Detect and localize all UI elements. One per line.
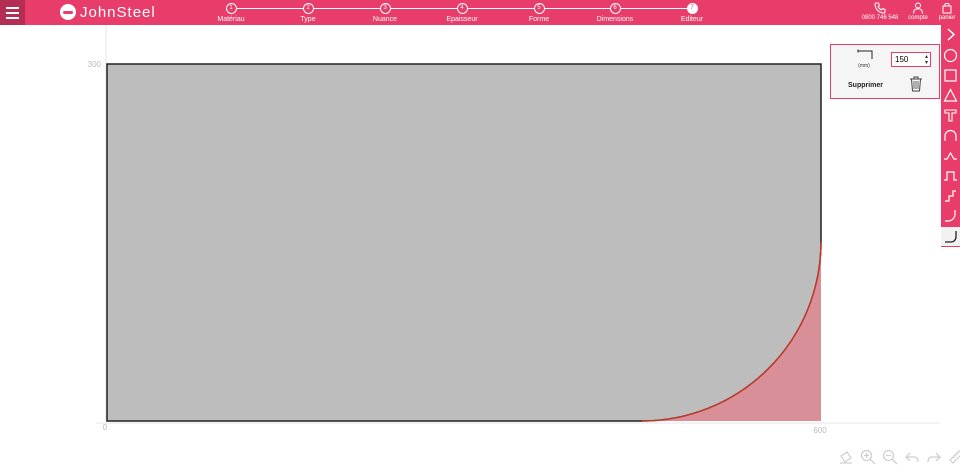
top-bar: JohnSteel 1 Matériau 2 Type 3 Nuance 4 Epais… [0,0,960,25]
editor-canvas[interactable]: 300 0 600 [0,25,941,467]
step-curve-icon [945,210,956,222]
axis-label-origin: 0 [103,423,108,432]
notch-icon [944,171,957,181]
square-icon [944,69,957,82]
user-icon [913,2,923,14]
trash-icon[interactable] [909,76,923,92]
step-label: Dimensions [596,16,634,23]
paint-bucket-icon [840,451,852,464]
step-dimensions[interactable]: 6 Dimensions [585,3,645,23]
radius-dimension-icon [857,49,873,59]
chevron-right-icon [947,28,956,41]
zoom-in-icon [860,449,876,465]
account-label: compte [908,15,928,21]
bottom-toolbar [838,449,960,465]
step-label: Editeur [680,16,704,23]
tool-circle[interactable] [941,46,960,65]
step-materiau[interactable]: 1 Matériau [201,3,261,23]
radius-value: 150 [895,55,909,64]
step-type[interactable]: 2 Type [278,3,338,23]
tool-collapse[interactable] [941,25,960,44]
tool-arc[interactable] [941,126,960,145]
cart-label: panier [938,15,956,21]
ruler-button[interactable] [948,449,960,465]
step-forme[interactable]: 5 Forme [509,3,569,23]
axis-label-x-right: 600 [813,426,827,435]
step-icon [945,190,956,202]
zoom-in-button[interactable] [860,449,878,465]
tool-step-curve[interactable] [941,206,960,225]
peak-icon [944,151,957,160]
step-epaisseur[interactable]: 4 Epaisseur [432,3,492,23]
tool-notch[interactable] [941,166,960,185]
step-label: Nuance [372,16,398,23]
tool-square[interactable] [941,66,960,85]
brand-logo[interactable]: JohnSteel [60,3,156,21]
step-number: 1 [225,3,237,14]
tool-rounded-corner[interactable] [941,227,960,246]
tool-peak[interactable] [941,146,960,165]
redo-button[interactable] [926,449,944,465]
mustache-logo-icon [60,4,76,20]
zoom-out-icon [882,449,898,465]
redo-icon [927,452,941,463]
step-nuance[interactable]: 3 Nuance [355,3,415,23]
t-profile-icon [944,109,957,122]
arc-icon [944,129,957,141]
undo-button[interactable] [904,449,922,465]
step-label: Forme [528,16,550,23]
unit-label: (mm) [858,63,870,69]
step-number: 5 [533,3,545,14]
radius-input[interactable]: 150 ▴ ▾ [891,52,931,67]
step-label: Matériau [217,16,245,23]
hamburger-line [6,12,19,14]
shopping-bag-icon [942,2,952,14]
triangle-icon [943,88,958,102]
ruler-icon [949,450,960,464]
step-number: 6 [609,3,621,14]
step-label: Type [300,16,316,23]
stepper-arrows-icon[interactable]: ▴ ▾ [925,54,928,66]
tool-step[interactable] [941,186,960,205]
paint-button[interactable] [838,449,856,465]
phone-icon [874,2,886,14]
step-number: 4 [456,3,468,14]
rounded-corner-icon [945,231,957,243]
step-label: Epaisseur [446,16,478,23]
hamburger-line [6,7,19,9]
circle-icon [943,48,958,63]
undo-icon [905,452,919,463]
step-editeur[interactable]: 7 Editeur [662,3,722,23]
tool-triangle[interactable] [941,86,960,105]
step-number: 7 [686,3,698,14]
hamburger-line [6,17,19,19]
account-link[interactable]: compte [906,2,930,21]
step-number: 2 [302,3,314,14]
phone-number: 0800 746 548 [861,15,899,21]
menu-button[interactable] [0,0,25,25]
corner-radius-panel: (mm) 150 ▴ ▾ Supprimer [830,44,940,99]
steel-plate-shape[interactable] [106,63,822,422]
tool-t-profile[interactable] [941,106,960,125]
step-number: 3 [379,3,391,14]
delete-button[interactable]: Supprimer [848,82,883,89]
axis-label-y-top: 300 [88,60,102,69]
phone-contact[interactable]: 0800 746 548 [858,2,902,21]
zoom-out-button[interactable] [882,449,900,465]
cart-link[interactable]: panier [936,2,958,21]
shape-tools-sidebar [941,25,960,247]
brand-name: JohnSteel [80,3,156,21]
